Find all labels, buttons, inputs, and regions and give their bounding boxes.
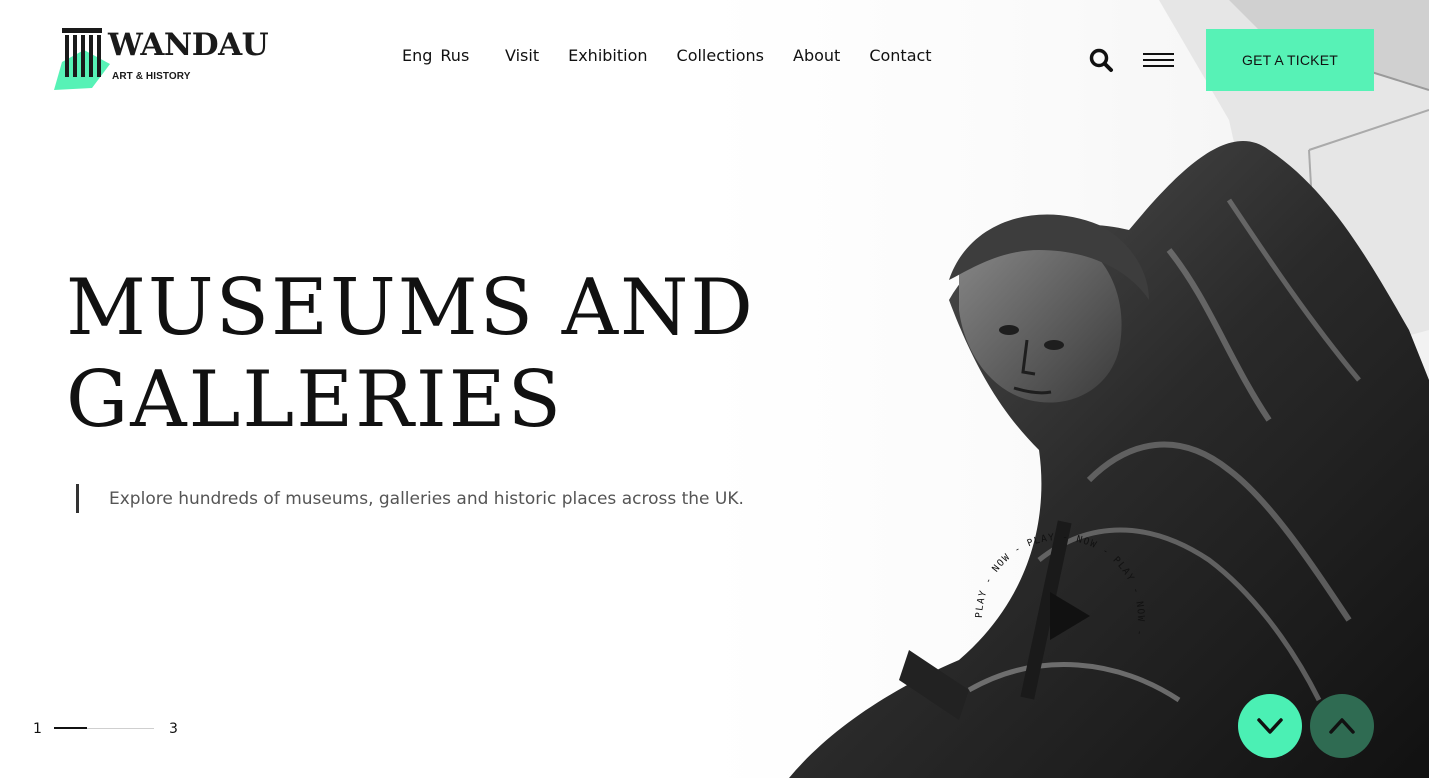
language-switcher: Eng Rus — [402, 46, 469, 65]
lang-eng[interactable]: Eng — [402, 46, 432, 65]
hamburger-icon-line — [1143, 65, 1174, 67]
play-video-button[interactable]: PLAY - NOW - PLAY - NOW - PLAY - NOW - — [972, 530, 1148, 706]
play-icon — [1050, 592, 1090, 640]
hero-title: MUSEUMS AND GALLERIES — [66, 262, 755, 446]
hamburger-icon — [1143, 53, 1174, 55]
main-nav: Visit Exhibition Collections About Conta… — [505, 46, 932, 65]
nav-exhibition[interactable]: Exhibition — [568, 46, 647, 65]
hero-description-text: Explore hundreds of museums, galleries a… — [109, 488, 744, 509]
search-icon — [1089, 48, 1113, 72]
hero-title-line-2: GALLERIES — [66, 355, 564, 445]
menu-button[interactable] — [1143, 50, 1175, 70]
pager-progress — [54, 727, 87, 729]
hamburger-icon-line — [1143, 59, 1174, 61]
search-button[interactable] — [1088, 47, 1114, 73]
chevron-up-icon — [1329, 718, 1355, 734]
pager-current[interactable]: 1 — [33, 721, 42, 737]
logo[interactable]: WANDAU ART & HISTORY — [52, 24, 272, 92]
scroll-down-button[interactable] — [1238, 694, 1302, 758]
scroll-up-button[interactable] — [1310, 694, 1374, 758]
logo-tagline: ART & HISTORY — [112, 71, 191, 82]
nav-about[interactable]: About — [793, 46, 840, 65]
nav-visit[interactable]: Visit — [505, 46, 539, 65]
pager-track[interactable] — [54, 727, 154, 729]
nav-contact[interactable]: Contact — [869, 46, 931, 65]
nav-collections[interactable]: Collections — [677, 46, 764, 65]
logo-name: WANDAU — [108, 27, 269, 63]
chevron-down-icon — [1257, 718, 1283, 734]
lang-rus[interactable]: Rus — [440, 46, 469, 65]
get-ticket-button[interactable]: GET A TICKET — [1206, 29, 1374, 91]
column-icon — [54, 28, 110, 90]
pager-total[interactable]: 3 — [169, 721, 178, 737]
hero-title-line-1: MUSEUMS AND — [66, 263, 755, 353]
page: WANDAU ART & HISTORY Eng Rus Visit Exhib… — [0, 0, 1429, 778]
hero-description: Explore hundreds of museums, galleries a… — [76, 484, 744, 513]
